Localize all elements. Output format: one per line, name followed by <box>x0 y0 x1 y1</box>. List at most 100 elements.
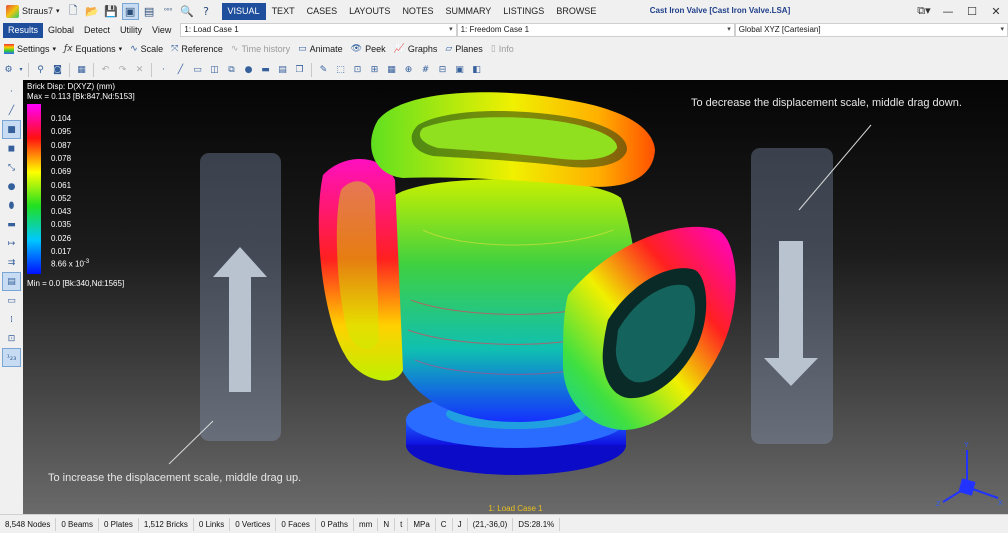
chevron-down-icon: ▾ <box>52 45 57 53</box>
separator <box>151 62 152 77</box>
cylinder-icon[interactable]: ● <box>240 62 257 77</box>
hash-icon[interactable]: # <box>417 62 434 77</box>
settings-button[interactable]: Settings ▾ <box>0 41 60 56</box>
viewport-case-label: 1: Load Case 1 <box>488 504 543 513</box>
status-item: 1,512 Bricks <box>139 517 194 531</box>
menu-summary[interactable]: SUMMARY <box>439 3 497 20</box>
point-tool-icon[interactable]: ● <box>3 178 20 195</box>
menu-notes[interactable]: NOTES <box>396 3 439 20</box>
camera-icon[interactable]: ◙ <box>49 62 66 77</box>
display-tool-icon[interactable]: ▤ <box>2 272 21 291</box>
open-folder-icon[interactable]: 📂 <box>85 4 100 19</box>
fit-icon[interactable]: ⊞ <box>366 62 383 77</box>
plate-tool-icon[interactable]: ■ <box>2 120 21 139</box>
transfer-tool-icon[interactable]: ⇉ <box>3 254 20 271</box>
gear-icon[interactable]: ⚙ <box>0 62 17 77</box>
grid-mesh-icon[interactable]: ▤ <box>274 62 291 77</box>
group-icon[interactable]: ⊕ <box>400 62 417 77</box>
undo-icon[interactable]: ↶ <box>97 62 114 77</box>
freedom-case-select[interactable]: 1: Freedom Case 1 ▾ <box>456 23 735 37</box>
arrow-tool-icon[interactable]: ↦ <box>3 235 20 252</box>
tab-results[interactable]: Results <box>3 22 44 38</box>
status-item: (21,-36,0) <box>468 517 514 531</box>
help-icon[interactable]: ? <box>199 4 214 19</box>
menu-listings[interactable]: LISTINGS <box>497 3 550 20</box>
graphs-button[interactable]: 📈 Graphs <box>390 41 442 56</box>
save-icon[interactable]: 💾 <box>104 4 119 19</box>
legend-title: Brick Disp: D(XYZ) (mm) <box>27 82 115 91</box>
brick-tool-icon[interactable]: ◼ <box>3 140 20 157</box>
cylinder-tool-icon[interactable]: ⬮ <box>3 197 20 214</box>
binoculars-icon[interactable]: ⚲ <box>32 62 49 77</box>
monitor-tool-icon[interactable]: ▭ <box>3 292 20 309</box>
close-button[interactable]: ✕ <box>984 5 1008 18</box>
plate-icon[interactable]: ▭ <box>189 62 206 77</box>
window-controls: ⧉▾ — ☐ ✕ <box>912 0 1008 22</box>
line-tool-icon[interactable]: ╱ <box>3 102 20 119</box>
maximize-button[interactable]: ☐ <box>960 5 984 18</box>
results-window-icon[interactable]: ▣ <box>121 2 139 20</box>
coordinate-system-select[interactable]: Global XYZ [Cartesian] ▾ <box>734 23 1008 37</box>
minimize-button[interactable]: — <box>936 5 960 18</box>
view-toolbar: ⚙ ▾ ⚲ ◙ ▦ ↶ ↷ ✕ · ╱ ▭ ◫ ⧉ ● ▬ ▤ ❐ ✎ ⬚ ⊡ … <box>0 60 1008 79</box>
select-nodes-icon[interactable]: ⊡ <box>349 62 366 77</box>
menu-layouts[interactable]: LAYOUTS <box>343 3 396 20</box>
info-button[interactable]: ▯ Info <box>487 41 518 56</box>
tab-utility[interactable]: Utility <box>115 23 147 38</box>
status-item: 0 Vertices <box>230 517 277 531</box>
entity-display-icon[interactable]: ⊟ <box>434 62 451 77</box>
tab-global[interactable]: Global <box>43 23 79 38</box>
node-icon[interactable]: · <box>155 62 172 77</box>
peek-button[interactable]: 👁 Peek <box>347 41 390 56</box>
status-item: DS:28.1% <box>513 517 561 531</box>
delete-icon[interactable]: ✕ <box>131 62 148 77</box>
node-tool-icon[interactable]: · <box>3 83 20 100</box>
reference-button[interactable]: ⤧ Reference <box>167 41 227 56</box>
model-viewport[interactable]: Brick Disp: D(XYZ) (mm) Max = 0.113 [Bk:… <box>23 80 1008 514</box>
numbering-icon[interactable]: ¹₂₃ <box>2 348 21 367</box>
select-box-icon[interactable]: ⬚ <box>332 62 349 77</box>
layout-toggle-icon[interactable]: ⧉▾ <box>912 4 936 18</box>
link-icon[interactable]: ⧉ <box>223 62 240 77</box>
brick-icon[interactable]: ◫ <box>206 62 223 77</box>
animate-button[interactable]: ▭ Animate <box>294 41 347 56</box>
menu-browse[interactable]: BROWSE <box>550 3 602 20</box>
beam-icon[interactable]: ╱ <box>172 62 189 77</box>
dots-grid-icon[interactable]: ⁞ <box>3 311 20 328</box>
link-tool-icon[interactable]: ⤡ <box>3 159 20 176</box>
command-label: Graphs <box>407 43 438 54</box>
chevron-down-icon: ▾ <box>449 26 453 33</box>
slab-icon[interactable]: ▬ <box>257 62 274 77</box>
redo-icon[interactable]: ↷ <box>114 62 131 77</box>
search-file-icon[interactable]: 🔍 <box>180 4 195 19</box>
new-file-icon[interactable]: 🗋 <box>66 4 81 19</box>
slab-tool-icon[interactable]: ▬ <box>3 216 20 233</box>
grid-select-icon[interactable]: ▦ <box>73 62 90 77</box>
planes-button[interactable]: ▱ Planes <box>441 41 486 56</box>
copy-icon[interactable]: ❐ <box>291 62 308 77</box>
menu-visual[interactable]: VISUAL <box>221 2 266 20</box>
view-options-icon[interactable]: ▣ <box>451 62 468 77</box>
results-command-bar: Settings ▾ ƒx Equations ▾ ∿ Scale ⤧ Reference ∿ Ti… <box>0 40 1008 57</box>
chevron-down-icon[interactable]: ▾ <box>17 62 25 77</box>
tab-view[interactable]: View <box>147 23 176 38</box>
report-icon[interactable]: ▤ <box>142 4 157 19</box>
load-case-select[interactable]: 1: Load Case 1 ▾ <box>180 23 457 37</box>
window-options-icon[interactable]: ◧ <box>468 62 485 77</box>
graphs-icon: 📈 <box>393 43 405 54</box>
equations-button[interactable]: ƒx Equations ▾ <box>60 41 126 56</box>
top-menu: VISUAL TEXT CASES LAYOUTS NOTES SUMMARY LISTIN… <box>221 2 603 20</box>
menu-cases[interactable]: CASES <box>301 3 344 20</box>
status-item: J <box>453 517 468 531</box>
scale-button[interactable]: ∿ Scale <box>126 41 167 56</box>
tab-detect[interactable]: Detect <box>79 23 115 38</box>
animate-icon: ▭ <box>298 43 307 54</box>
frame-tool-icon[interactable]: ⊡ <box>3 330 20 347</box>
menu-text[interactable]: TEXT <box>266 3 301 20</box>
number-000-icon[interactable]: ⁰⁰⁰ <box>161 4 176 19</box>
ruler-icon[interactable]: ✎ <box>315 62 332 77</box>
app-menu-button[interactable]: Straus7 ▾ <box>2 2 64 20</box>
ribbon-tabs: Results Global Detect Utility View <box>3 22 176 38</box>
grid-view-icon[interactable]: ▦ <box>383 62 400 77</box>
time-history-button[interactable]: ∿ Time history <box>227 41 294 56</box>
